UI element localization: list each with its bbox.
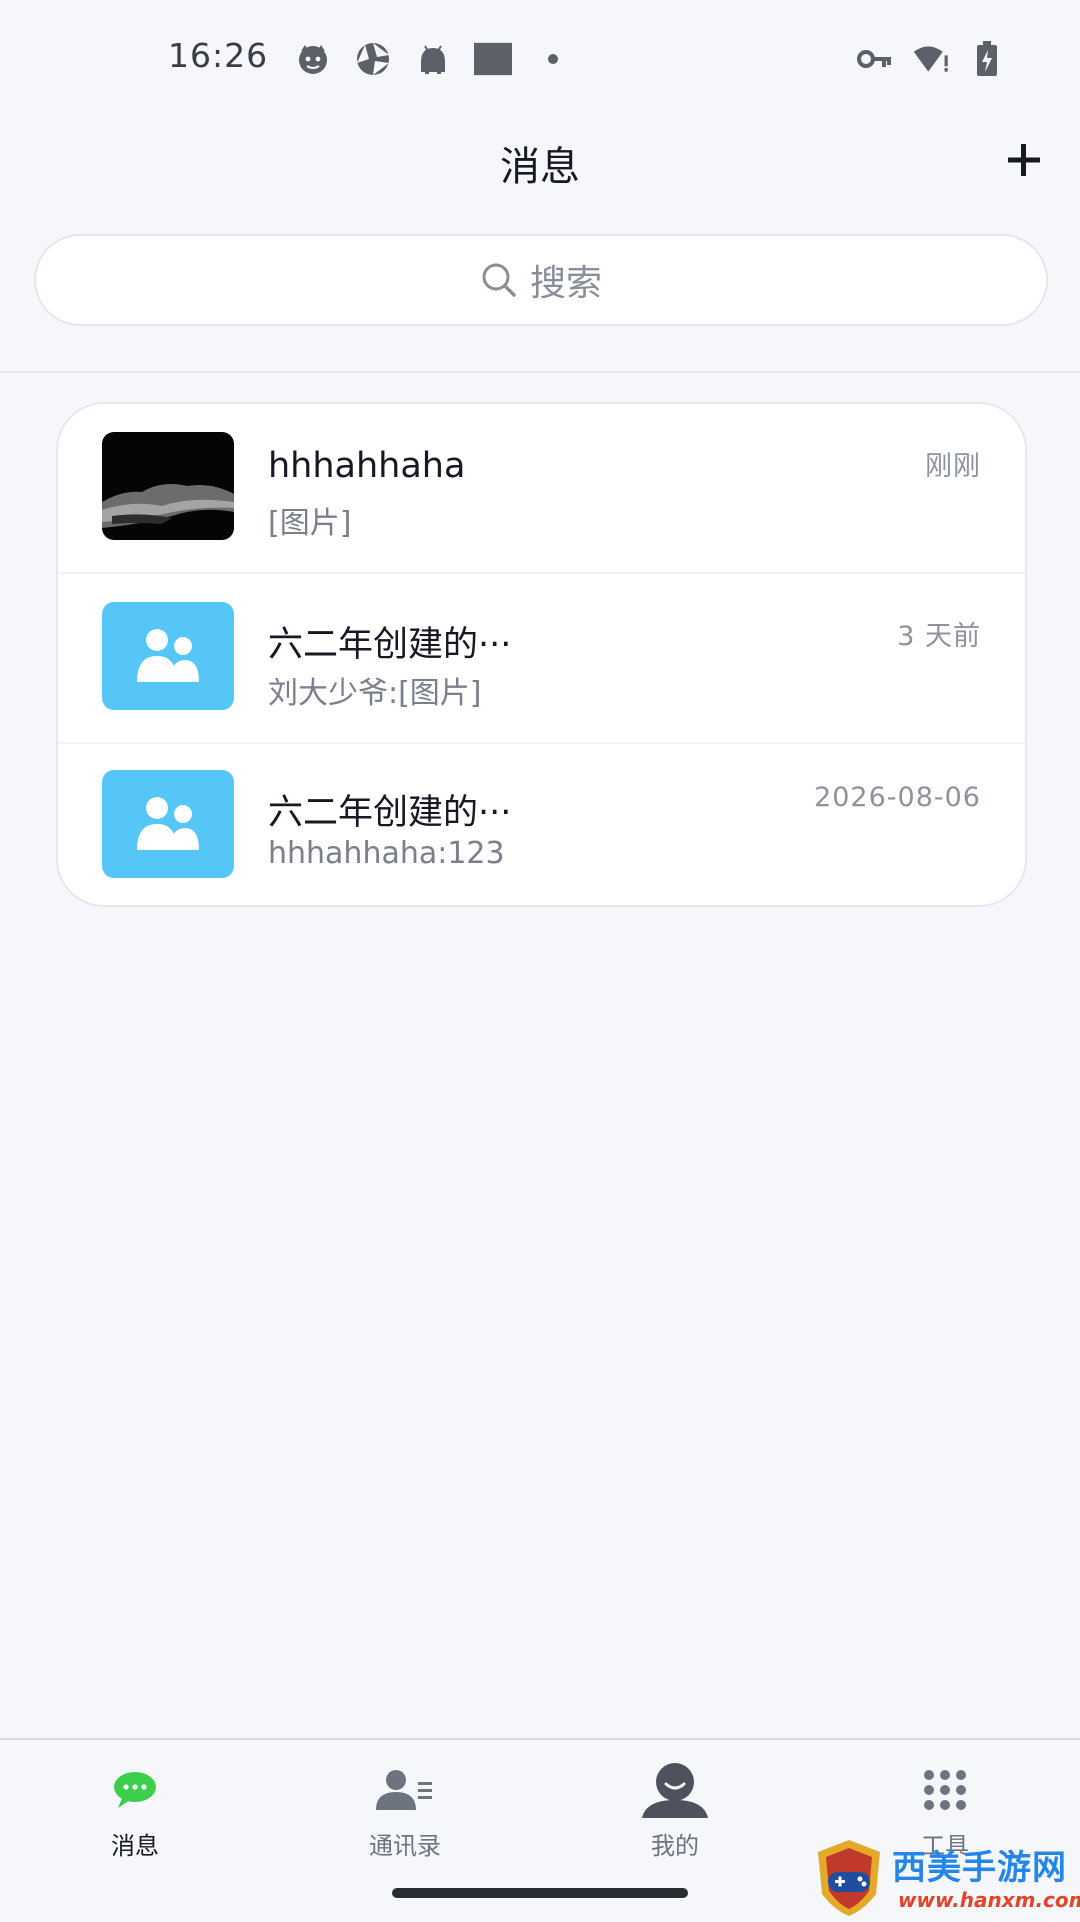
group-icon	[137, 797, 199, 850]
conversation-preview: 刘大少爷:[图片]	[268, 676, 482, 711]
home-indicator[interactable]	[392, 1888, 688, 1898]
watermark-text: 西美手游网	[892, 1848, 1067, 1888]
group-icon	[137, 629, 199, 682]
group-avatar	[102, 602, 234, 710]
aperture-icon	[354, 40, 392, 78]
conversation-time: 刚刚	[925, 451, 981, 482]
vpn-key-icon	[856, 40, 894, 78]
header-divider	[0, 371, 1080, 373]
conversation-preview: hhhahhaha:123	[268, 836, 505, 871]
status-icons-left	[294, 40, 572, 78]
conversation-name: 六二年创建的···	[268, 793, 512, 833]
conversation-time: 2026-08-06	[814, 782, 981, 813]
grid-icon	[910, 1762, 980, 1818]
watermark-url: www.hanxm.com	[898, 1888, 1080, 1912]
nav-label: 我的	[651, 1832, 699, 1860]
gamepad-shield-icon	[818, 1840, 880, 1916]
conversation-item[interactable]: 六二年创建的··· hhhahhaha:123 2026-08-06	[58, 742, 1025, 905]
status-time: 16:26	[168, 36, 269, 75]
profile-icon	[640, 1762, 710, 1818]
nav-label: 消息	[111, 1832, 159, 1860]
wifi-alert-icon	[912, 40, 950, 78]
search-placeholder: 搜索	[529, 263, 602, 304]
conversation-name: 六二年创建的···	[268, 625, 512, 665]
android-icon	[414, 40, 452, 78]
battery-charging-icon	[968, 40, 1006, 78]
conversation-name: hhhahhaha	[268, 446, 466, 486]
conversation-item[interactable]: hhhahhaha [图片] 刚刚	[58, 404, 1025, 572]
nav-label: 通讯录	[369, 1832, 441, 1860]
chat-bubble-icon	[100, 1762, 170, 1818]
search-input[interactable]: 搜索	[34, 234, 1048, 326]
header: 消息	[0, 120, 1080, 200]
nav-item-profile[interactable]: 我的	[595, 1762, 755, 1872]
plus-icon	[1008, 144, 1040, 176]
nav-item-messages[interactable]: 消息	[55, 1762, 215, 1872]
add-button[interactable]	[1002, 138, 1046, 182]
nav-item-contacts[interactable]: 通讯录	[325, 1762, 485, 1872]
avatar-photo	[102, 432, 234, 540]
page-title: 消息	[500, 144, 580, 190]
search-inner: 搜索	[480, 254, 602, 306]
conversation-item[interactable]: 六二年创建的··· 刘大少爷:[图片] 3 天前	[58, 574, 1025, 742]
status-icons-right	[856, 40, 1006, 78]
square-icon	[474, 40, 512, 78]
contacts-icon	[370, 1762, 440, 1818]
search-icon	[482, 263, 516, 297]
watermark: 西美手游网 www.hanxm.com	[814, 1838, 1080, 1920]
group-avatar	[102, 770, 234, 878]
conversation-preview: [图片]	[268, 506, 352, 541]
cat-face-icon	[294, 40, 332, 78]
conversation-list: hhhahhaha [图片] 刚刚 六二年创建的··· 刘大少爷:[图片] 3 …	[56, 402, 1027, 907]
conversation-time: 3 天前	[897, 621, 981, 652]
dot-icon	[534, 40, 572, 78]
status-bar: 16:26	[0, 0, 1080, 110]
